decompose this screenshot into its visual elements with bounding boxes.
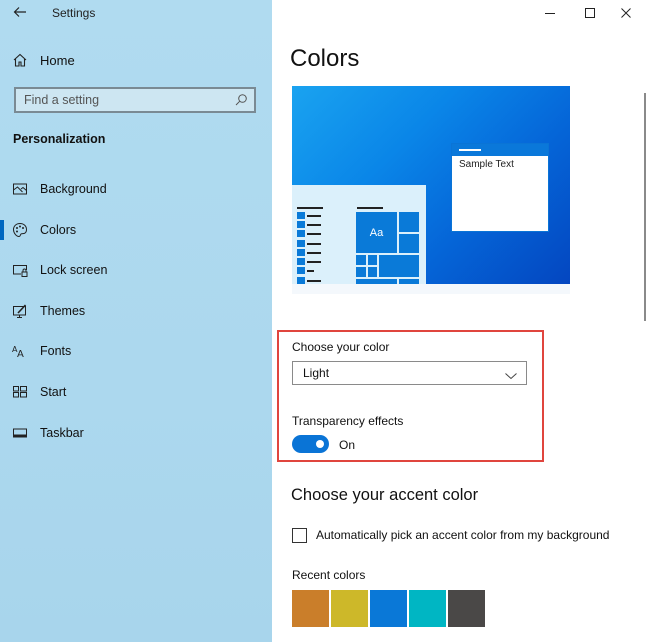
app-title: Settings xyxy=(52,6,96,20)
sidebar-item-lock-screen[interactable]: Lock screen xyxy=(0,255,272,285)
sidebar-item-home[interactable]: Home xyxy=(12,50,75,70)
toggle-state-label: On xyxy=(339,438,356,452)
search-input[interactable] xyxy=(16,89,234,111)
preview-tile-aa: Aa xyxy=(356,212,397,253)
sidebar-item-label: Start xyxy=(40,385,67,399)
taskbar-icon xyxy=(12,425,28,441)
palette-icon xyxy=(12,222,28,238)
choose-color-label: Choose your color xyxy=(292,340,390,354)
sidebar-item-label: Lock screen xyxy=(40,263,108,277)
sidebar-item-fonts[interactable]: AA Fonts xyxy=(0,336,272,366)
close-icon xyxy=(621,8,631,18)
minimize-icon xyxy=(545,13,555,14)
recent-color-swatch[interactable] xyxy=(331,590,368,627)
home-label: Home xyxy=(40,52,75,68)
selection-indicator xyxy=(0,220,4,240)
sidebar-item-background[interactable]: Background xyxy=(0,174,272,204)
dropdown-value: Light xyxy=(303,366,330,380)
chevron-down-icon xyxy=(504,368,518,380)
sidebar-item-label: Fonts xyxy=(40,344,72,358)
sidebar-item-label: Taskbar xyxy=(40,426,84,440)
preview-window-titlebar xyxy=(452,144,548,156)
recent-color-swatch[interactable] xyxy=(409,590,446,627)
search-icon[interactable] xyxy=(234,93,248,107)
maximize-icon xyxy=(585,8,595,18)
sidebar-item-taskbar[interactable]: Taskbar xyxy=(0,418,272,448)
sidebar: Settings Home Personalization Background… xyxy=(0,0,272,642)
themes-icon xyxy=(12,303,28,319)
page-title: Colors xyxy=(290,45,360,72)
section-title: Personalization xyxy=(13,132,106,146)
auto-pick-accent-label[interactable]: Automatically pick an accent color from … xyxy=(316,528,609,542)
picture-icon xyxy=(12,181,28,197)
sidebar-item-start[interactable]: Start xyxy=(0,377,272,407)
accent-color-heading: Choose your accent color xyxy=(291,486,479,504)
recent-color-swatch[interactable] xyxy=(370,590,407,627)
recent-color-swatch[interactable] xyxy=(448,590,485,627)
scrollbar[interactable] xyxy=(644,93,646,321)
lock-screen-icon xyxy=(12,262,28,278)
minimize-button[interactable] xyxy=(532,0,568,26)
transparency-label: Transparency effects xyxy=(292,414,404,428)
preview-sample-text: Sample Text xyxy=(459,159,514,170)
toggle-knob xyxy=(316,440,324,448)
preview-taskbar xyxy=(292,284,570,294)
preview-sample-window: Sample Text xyxy=(451,143,549,232)
start-icon xyxy=(12,384,28,400)
choose-color-dropdown[interactable]: Light xyxy=(292,361,527,385)
preview-start-menu: Aa xyxy=(292,185,426,284)
sidebar-item-label: Colors xyxy=(40,223,77,237)
main-content: Colors Sample Text Aa Choose your color … xyxy=(272,0,648,642)
sidebar-item-label: Themes xyxy=(40,304,86,318)
recent-color-swatch[interactable] xyxy=(292,590,329,627)
home-icon xyxy=(12,52,28,68)
transparency-toggle[interactable] xyxy=(292,435,329,453)
close-button[interactable] xyxy=(608,0,644,26)
sidebar-item-colors[interactable]: Colors xyxy=(0,215,272,245)
maximize-button[interactable] xyxy=(572,0,608,26)
svg-text:A: A xyxy=(17,349,24,359)
back-arrow-icon[interactable] xyxy=(12,4,32,22)
sidebar-item-themes[interactable]: Themes xyxy=(0,296,272,326)
recent-colors-label: Recent colors xyxy=(292,568,366,582)
search-box[interactable] xyxy=(14,87,256,113)
color-preview: Sample Text Aa xyxy=(292,86,570,294)
auto-pick-accent-checkbox[interactable] xyxy=(292,528,307,543)
sidebar-item-label: Background xyxy=(40,182,107,196)
fonts-icon: AA xyxy=(12,343,28,360)
